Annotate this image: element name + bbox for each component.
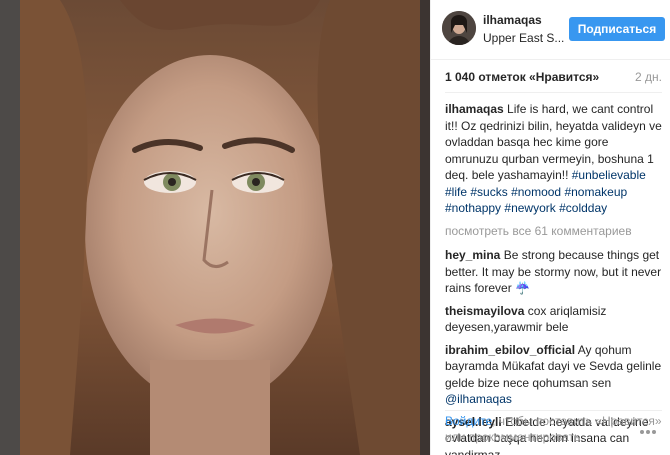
hashtag[interactable]: #sucks — [470, 185, 507, 199]
mention-link[interactable]: @ilhamaqas — [445, 392, 512, 406]
caption: ilhamaqas Life is hard, we cant control … — [445, 101, 662, 217]
list-item: theismayilova cox ariqlamisiz deyesen,ya… — [445, 303, 662, 336]
divider — [445, 92, 662, 93]
hashtag[interactable]: #unbelievable — [572, 168, 646, 182]
portrait-image — [0, 0, 430, 455]
caption-username[interactable]: ilhamaqas — [445, 102, 504, 116]
view-all-comments-link[interactable]: посмотреть все 61 комментариев — [445, 223, 662, 240]
hashtag[interactable]: #nothappy — [445, 201, 501, 215]
post-photo[interactable] — [0, 0, 430, 455]
login-link[interactable]: Войдите — [445, 414, 492, 428]
comment-username[interactable]: hey_mina — [445, 248, 500, 262]
follow-button[interactable]: Подписаться — [569, 17, 665, 41]
comment-username[interactable]: theismayilova — [445, 304, 524, 318]
time-ago[interactable]: 2 дн. — [635, 70, 662, 84]
comments-list: ilhamaqas Life is hard, we cant control … — [445, 101, 662, 455]
hashtag[interactable]: #nomood — [511, 185, 561, 199]
post-header: ilhamaqas Upper East S... Подписаться — [431, 0, 670, 60]
hashtag[interactable]: #nomakeup — [564, 185, 627, 199]
list-item: hey_mina Be strong because things get be… — [445, 247, 662, 297]
location-link[interactable]: Upper East S... — [483, 31, 564, 45]
likes-count[interactable]: 1 040 отметок «Нравится» — [445, 70, 599, 84]
comment-username[interactable]: ibrahim_ebilov_official — [445, 343, 575, 357]
avatar[interactable] — [442, 11, 476, 45]
post-side-panel: ilhamaqas Upper East S... Подписаться 1 … — [430, 0, 670, 455]
more-dots-icon[interactable] — [640, 422, 660, 434]
likes-row: 1 040 отметок «Нравится» 2 дн. — [445, 70, 662, 86]
hashtag[interactable]: #life — [445, 185, 467, 199]
list-item: ibrahim_ebilov_official Ay qohum bayramd… — [445, 342, 662, 408]
username-link[interactable]: ilhamaqas — [483, 13, 563, 27]
hashtag[interactable]: #newyork — [504, 201, 555, 215]
hashtag[interactable]: #coldday — [559, 201, 607, 215]
login-prompt: Войдите, чтобы поставить «Нравится» или … — [445, 410, 662, 445]
